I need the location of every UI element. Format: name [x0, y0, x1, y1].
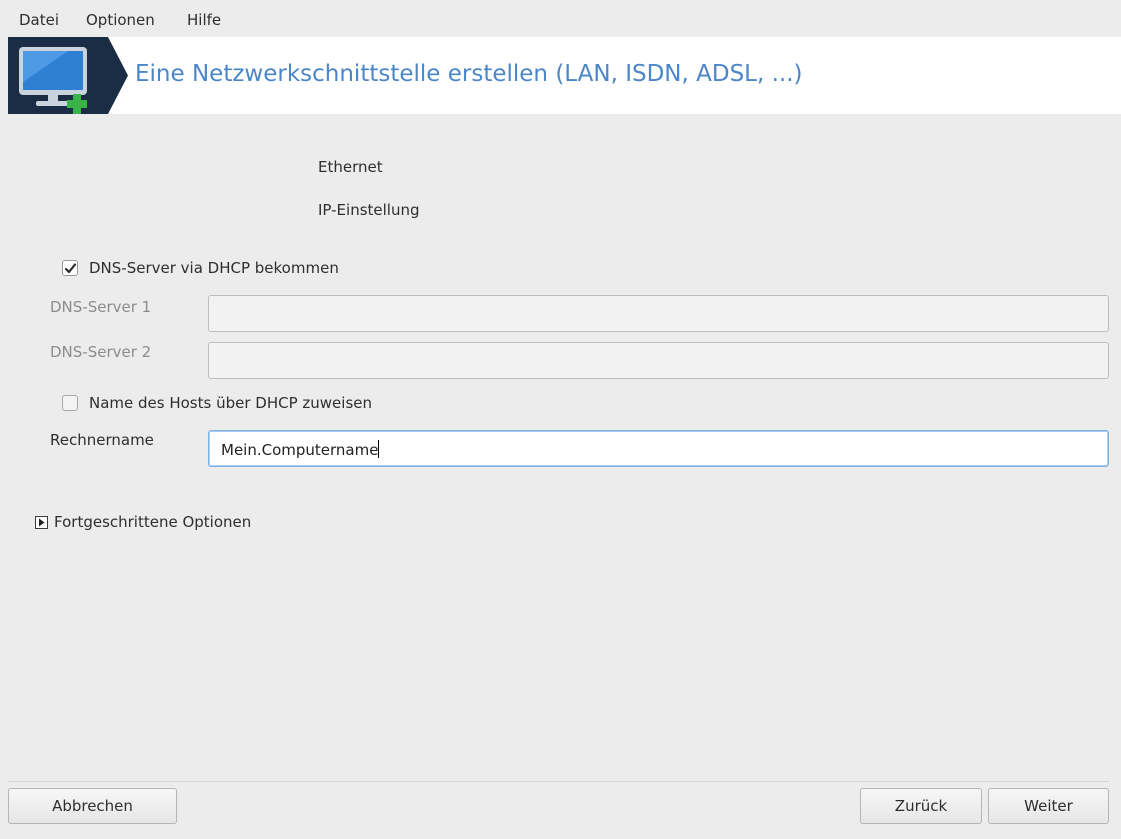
- text-caret: [378, 440, 380, 458]
- section-label: IP-Einstellung: [318, 201, 420, 219]
- dns-server-1-label: DNS-Server 1: [50, 298, 152, 316]
- menu-options[interactable]: Optionen: [86, 11, 155, 29]
- connection-type-label: Ethernet: [318, 158, 383, 176]
- hostname-value: Mein.Computername: [221, 440, 380, 459]
- dns-dhcp-checkbox-row[interactable]: DNS-Server via DHCP bekommen: [62, 259, 339, 277]
- cancel-button[interactable]: Abbrechen: [8, 788, 177, 824]
- header-banner: Eine Netzwerkschnittstelle erstellen (LA…: [8, 37, 1121, 114]
- footer-separator: [8, 781, 1109, 782]
- hostname-label: Rechnername: [50, 431, 154, 449]
- page-title: Eine Netzwerkschnittstelle erstellen (LA…: [135, 61, 803, 87]
- menu-bar: Datei Optionen Hilfe: [0, 0, 1121, 37]
- advanced-options-label: Fortgeschrittene Optionen: [54, 513, 252, 531]
- dns-server-2-input[interactable]: [208, 342, 1109, 379]
- dns-dhcp-label: DNS-Server via DHCP bekommen: [89, 259, 339, 277]
- back-button[interactable]: Zurück: [860, 788, 982, 824]
- hostname-input[interactable]: Mein.Computername: [208, 430, 1109, 467]
- dns-server-1-input[interactable]: [208, 295, 1109, 332]
- checkmark-icon: [64, 263, 77, 274]
- dns-server-2-label: DNS-Server 2: [50, 343, 152, 361]
- menu-file[interactable]: Datei: [19, 11, 59, 29]
- host-dhcp-label: Name des Hosts über DHCP zuweisen: [89, 394, 372, 412]
- dns-dhcp-checkbox[interactable]: [62, 260, 78, 276]
- menu-help[interactable]: Hilfe: [187, 11, 221, 29]
- network-computer-add-icon: [8, 37, 128, 114]
- host-dhcp-checkbox-row[interactable]: Name des Hosts über DHCP zuweisen: [62, 394, 372, 412]
- advanced-options-expander[interactable]: Fortgeschrittene Optionen: [35, 513, 251, 531]
- next-button[interactable]: Weiter: [988, 788, 1109, 824]
- expand-arrow-icon: [35, 515, 48, 529]
- host-dhcp-checkbox[interactable]: [62, 395, 78, 411]
